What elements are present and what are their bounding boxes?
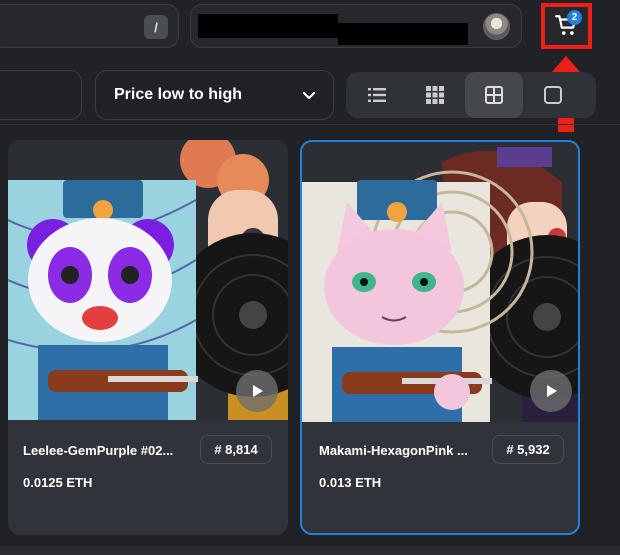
nft-name: Makami-HexagonPink ... bbox=[319, 443, 468, 458]
play-icon bbox=[547, 385, 557, 397]
avatar[interactable] bbox=[483, 13, 510, 40]
filter-bar: Price low to high bbox=[0, 68, 620, 122]
play-button[interactable] bbox=[236, 370, 278, 412]
play-icon bbox=[253, 385, 263, 397]
nft-price: 0.013 ETH bbox=[319, 475, 382, 490]
square-icon bbox=[544, 86, 562, 104]
redacted-text bbox=[338, 23, 468, 45]
single-view-button[interactable] bbox=[524, 72, 582, 118]
sort-label: Price low to high bbox=[114, 86, 243, 103]
chevron-down-icon bbox=[302, 91, 316, 100]
nft-price: 0.0125 ETH bbox=[23, 475, 93, 490]
view-toggle-group bbox=[346, 72, 596, 118]
large-grid-view-button[interactable] bbox=[465, 72, 523, 118]
sort-dropdown[interactable]: Price low to high bbox=[95, 70, 334, 120]
divider bbox=[0, 124, 620, 125]
search-input[interactable]: / bbox=[0, 4, 179, 48]
rarity-rank-badge: # 5,932 bbox=[492, 435, 564, 464]
cart-count-badge: 2 bbox=[567, 10, 582, 25]
grid-small-icon bbox=[426, 86, 444, 104]
search-shortcut-key: / bbox=[144, 15, 168, 39]
nft-image bbox=[8, 140, 288, 420]
next-row-preview bbox=[0, 546, 620, 555]
list-icon bbox=[368, 88, 386, 102]
list-view-button[interactable] bbox=[348, 72, 406, 118]
account-area[interactable] bbox=[190, 4, 522, 48]
nft-image bbox=[302, 142, 578, 422]
small-grid-view-button[interactable] bbox=[406, 72, 464, 118]
rarity-rank-badge: # 8,814 bbox=[200, 435, 272, 464]
nft-card[interactable]: Leelee-GemPurple #02... # 8,814 0.0125 E… bbox=[8, 140, 288, 535]
cart-button[interactable]: 2 bbox=[541, 3, 592, 49]
nft-card[interactable]: Makami-HexagonPink ... # 5,932 0.013 ETH bbox=[300, 140, 580, 535]
grid-large-icon bbox=[485, 86, 503, 104]
top-bar: / 2 bbox=[0, 0, 620, 62]
filter-input[interactable] bbox=[0, 70, 82, 120]
nft-name: Leelee-GemPurple #02... bbox=[23, 443, 174, 458]
play-button[interactable] bbox=[530, 370, 572, 412]
redacted-text bbox=[198, 14, 338, 38]
